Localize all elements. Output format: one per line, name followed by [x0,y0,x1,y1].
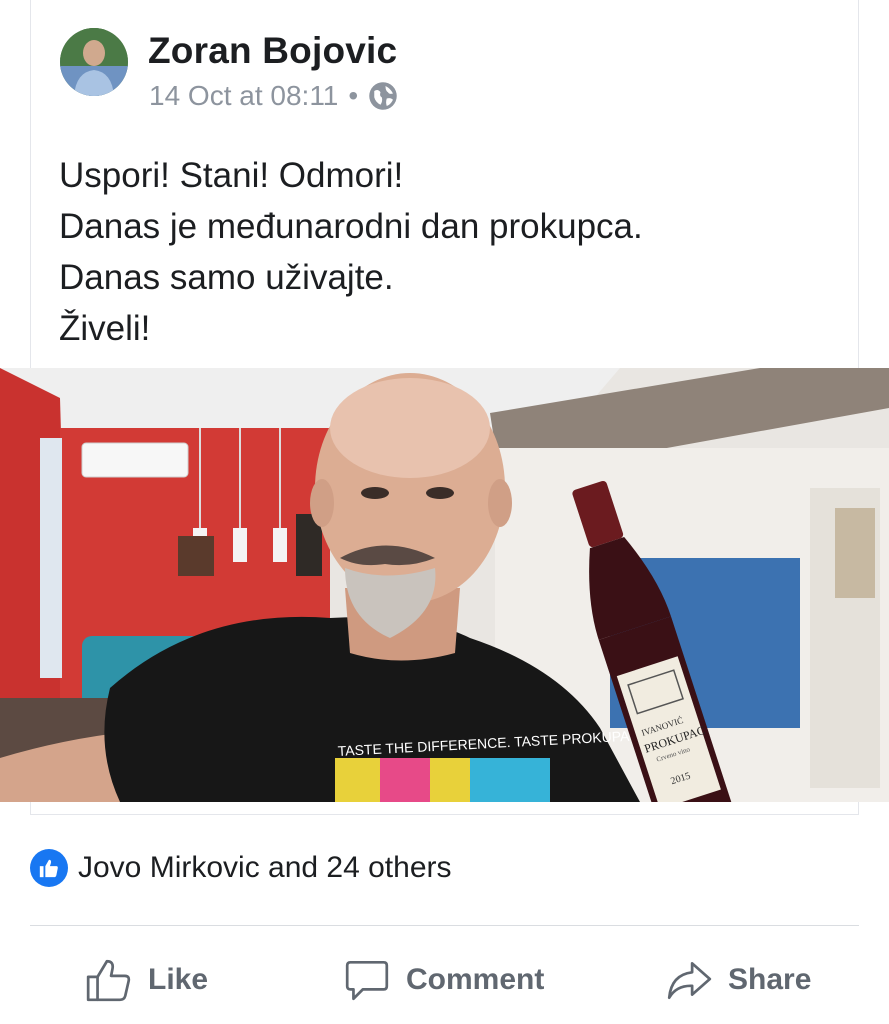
avatar-image [60,28,128,96]
thumbs-up-icon [30,849,68,887]
share-label: Share [728,963,812,996]
author-name[interactable]: Zoran Bojovic [148,30,397,72]
post-meta: 14 Oct at 08:11 • [149,80,398,112]
like-label: Like [148,963,209,996]
reactions-text[interactable]: Jovo Mirkovic and 24 others [78,851,452,885]
post-text-line: Danas samo uživajte. [59,258,394,297]
selfie-with-wine-image: TASTE THE DIFFERENCE. TASTE PROKUPAC IVA… [0,368,889,802]
like-button[interactable]: Like [84,950,208,1010]
comment-label: Comment [406,963,545,996]
post-timestamp[interactable]: 14 Oct at 08:11 [149,80,338,112]
action-bar: Like Comment Share [0,950,889,1010]
post-text: Uspori! Stani! Odmori! Danas je međunaro… [59,150,643,354]
post-text-line: Živeli! [59,309,151,348]
divider [30,925,859,926]
reactions-summary[interactable]: Jovo Mirkovic and 24 others [30,849,452,887]
comment-button[interactable]: Comment [342,950,544,1010]
post-photo[interactable]: TASTE THE DIFFERENCE. TASTE PROKUPAC IVA… [0,368,889,802]
post-text-line: Danas je međunarodni dan prokupca. [59,207,643,246]
comment-icon [345,960,389,1001]
meta-separator: • [348,80,359,111]
post-text-line: Uspori! Stani! Odmori! [59,156,404,195]
share-icon [667,961,712,1000]
avatar[interactable] [60,28,128,96]
share-button[interactable]: Share [664,950,811,1010]
thumbs-up-icon [86,959,131,1002]
globe-icon[interactable] [368,81,398,111]
